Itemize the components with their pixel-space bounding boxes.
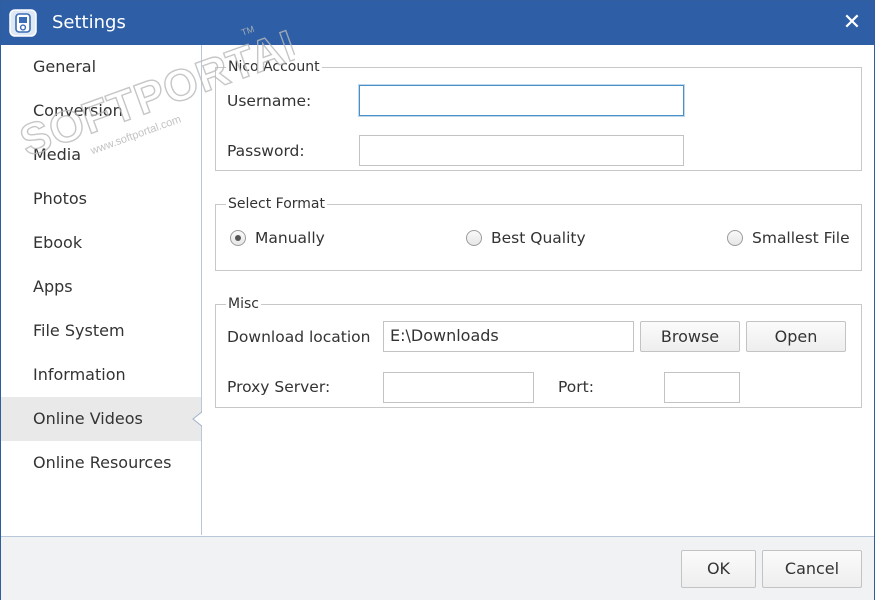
sidebar-item-label: Ebook bbox=[33, 233, 83, 252]
sidebar-item-label: Online Videos bbox=[33, 409, 143, 428]
group-legend: Select Format bbox=[226, 196, 327, 212]
sidebar-item-ebook[interactable]: Ebook bbox=[1, 221, 201, 265]
dialog-footer: OK Cancel bbox=[1, 536, 874, 600]
best-quality-radio[interactable] bbox=[466, 230, 482, 246]
sidebar-item-label: Apps bbox=[33, 277, 73, 296]
cancel-button[interactable]: Cancel bbox=[762, 550, 862, 588]
app-icon bbox=[9, 9, 37, 37]
smallest-file-label[interactable]: Smallest File bbox=[752, 229, 850, 247]
sidebar-item-label: Media bbox=[33, 145, 82, 164]
username-field[interactable] bbox=[359, 85, 684, 116]
sidebar-item-conversion[interactable]: Conversion bbox=[1, 89, 201, 133]
close-icon[interactable]: ✕ bbox=[837, 9, 867, 37]
username-label: Username: bbox=[227, 92, 312, 110]
group-legend: Misc bbox=[226, 296, 261, 312]
sidebar-item-information[interactable]: Information bbox=[1, 353, 201, 397]
sidebar-item-label: General bbox=[33, 57, 97, 76]
open-button[interactable]: Open bbox=[746, 321, 846, 352]
window-title: Settings bbox=[52, 12, 126, 33]
password-label: Password: bbox=[227, 142, 305, 160]
group-legend: Nico Account bbox=[226, 59, 322, 75]
manually-label[interactable]: Manually bbox=[255, 229, 325, 247]
ok-button[interactable]: OK bbox=[681, 550, 756, 588]
sidebar-item-media[interactable]: Media bbox=[1, 133, 201, 177]
port-field[interactable] bbox=[664, 372, 740, 403]
nico-account-group: Nico Account Username: Password: bbox=[215, 59, 862, 171]
sidebar-item-online-resources[interactable]: Online Resources bbox=[1, 441, 201, 485]
manually-radio[interactable] bbox=[230, 230, 246, 246]
password-field[interactable] bbox=[359, 135, 684, 166]
sidebar-item-online-videos[interactable]: Online Videos bbox=[1, 397, 205, 441]
sidebar-item-general[interactable]: General bbox=[1, 45, 201, 89]
download-location-label: Download location bbox=[227, 328, 371, 346]
sidebar-item-label: Photos bbox=[33, 189, 87, 208]
settings-window: Settings ✕ General Conversion Media Phot… bbox=[0, 0, 875, 600]
sidebar-item-label: File System bbox=[33, 321, 125, 340]
browse-button[interactable]: Browse bbox=[640, 321, 740, 352]
port-label: Port: bbox=[558, 378, 594, 396]
proxy-server-field[interactable] bbox=[383, 372, 534, 403]
sidebar-item-label: Information bbox=[33, 365, 126, 384]
download-location-field[interactable]: E:\Downloads bbox=[383, 321, 634, 352]
smallest-file-radio[interactable] bbox=[727, 230, 743, 246]
misc-group: Misc Download location E:\Downloads Brow… bbox=[215, 296, 862, 408]
sidebar-item-file-system[interactable]: File System bbox=[1, 309, 201, 353]
sidebar-item-label: Online Resources bbox=[33, 453, 172, 472]
sidebar-item-apps[interactable]: Apps bbox=[1, 265, 201, 309]
select-format-group: Select Format Manually Best Quality Smal… bbox=[215, 196, 862, 271]
sidebar: General Conversion Media Photos Ebook Ap… bbox=[1, 45, 205, 535]
sidebar-item-photos[interactable]: Photos bbox=[1, 177, 201, 221]
best-quality-label[interactable]: Best Quality bbox=[491, 229, 586, 247]
sidebar-item-label: Conversion bbox=[33, 101, 123, 120]
content-panel: Nico Account Username: Password: Select … bbox=[202, 45, 874, 535]
proxy-server-label: Proxy Server: bbox=[227, 378, 331, 396]
title-bar: Settings ✕ bbox=[1, 1, 874, 45]
